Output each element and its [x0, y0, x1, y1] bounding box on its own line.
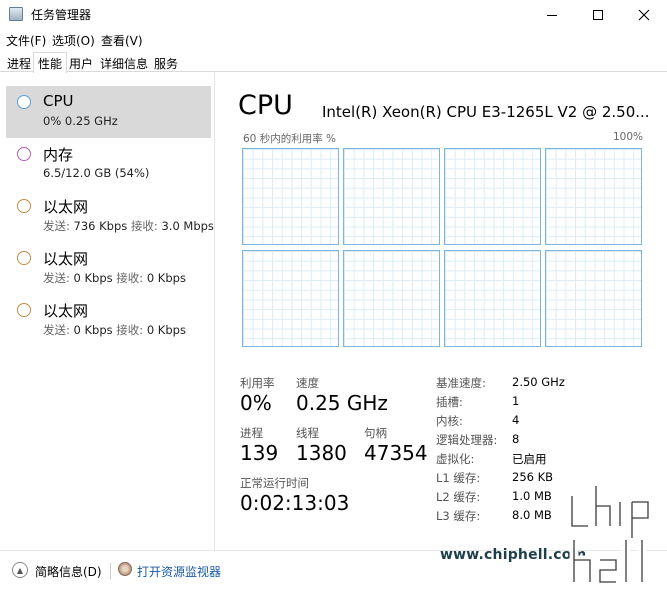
core-graphs — [242, 148, 642, 347]
maximize-icon — [593, 10, 603, 20]
close-icon — [638, 9, 650, 21]
graph-max-label: 100% — [613, 131, 644, 143]
core-graph — [444, 148, 541, 245]
page-title: CPU — [238, 90, 293, 121]
spec-key: 虚拟化: — [436, 452, 475, 466]
core-graph — [545, 250, 642, 347]
core-graph — [545, 148, 642, 245]
spec-key: L1 缓存: — [436, 471, 481, 485]
sidebar-item-value: 0% 0.25 GHz — [43, 114, 118, 128]
sidebar-item-label: 以太网 — [43, 250, 89, 268]
cpu-model: Intel(R) Xeon(R) CPU E3-1265L V2 @ 2.50.… — [322, 103, 650, 121]
uptime-value: 0:02:13:03 — [240, 491, 350, 515]
menu-file[interactable]: 文件(F) — [6, 32, 46, 49]
spec-key: 内核: — [436, 414, 463, 428]
chiphell-logo — [567, 481, 653, 587]
sidebar-item-ethernet-1[interactable]: 以太网 发送: 736 Kbps 接收: 3.0 Mbps — [6, 190, 214, 242]
sidebar-item-label: CPU — [43, 92, 74, 110]
spec-key: L2 缓存: — [436, 490, 481, 504]
fewer-details-button[interactable]: 简略信息(D) — [35, 563, 102, 580]
spec-value: 1 — [512, 394, 520, 408]
sidebar-item-value: 6.5/12.0 GB (54%) — [43, 166, 150, 180]
sidebar-item-label: 内存 — [43, 146, 74, 164]
sidebar-item-memory[interactable]: 内存 6.5/12.0 GB (54%) — [6, 138, 211, 190]
tab-performance[interactable]: 性能 — [33, 52, 68, 73]
graph-label: 60 秒内的利用率 % — [243, 133, 337, 145]
core-graph — [242, 250, 339, 347]
footer-divider — [110, 563, 111, 579]
core-graph — [343, 250, 440, 347]
title-bar: 任务管理器 — [0, 0, 667, 30]
threads-label: 线程 — [296, 426, 319, 440]
tab-details[interactable]: 详细信息 — [95, 52, 153, 72]
spec-key: 逻辑处理器: — [436, 433, 498, 447]
tab-processes[interactable]: 进程 — [2, 52, 36, 72]
processes-label: 进程 — [240, 426, 263, 440]
sidebar-item-label: 以太网 — [43, 198, 89, 216]
sidebar-item-value: 发送: 736 Kbps 接收: 3.0 Mbps — [43, 219, 214, 233]
menu-options[interactable]: 选项(O) — [52, 32, 95, 49]
menu-bar: 文件(F) 选项(O) 查看(V) — [0, 30, 667, 50]
spec-value: 256 KB — [512, 470, 554, 484]
sidebar-item-ethernet-3[interactable]: 以太网 发送: 0 Kbps 接收: 0 Kbps — [6, 294, 211, 346]
memory-ring-icon — [17, 147, 31, 161]
sidebar-item-value: 发送: 0 Kbps 接收: 0 Kbps — [43, 271, 186, 285]
sidebar-item-ethernet-2[interactable]: 以太网 发送: 0 Kbps 接收: 0 Kbps — [6, 242, 211, 294]
close-button[interactable] — [621, 0, 667, 30]
tab-users[interactable]: 用户 — [64, 52, 98, 72]
watermark-url: www.chiphell.com — [440, 547, 587, 563]
cpu-ring-icon — [17, 95, 31, 109]
ethernet-ring-icon — [17, 251, 31, 265]
threads-value: 1380 — [296, 441, 347, 465]
task-manager-icon — [9, 7, 23, 21]
resource-monitor-icon[interactable] — [118, 562, 132, 576]
sidebar-item-label: 以太网 — [43, 302, 89, 320]
spec-value: 已启用 — [512, 452, 547, 466]
minimize-icon — [547, 14, 557, 16]
speed-value: 0.25 GHz — [296, 391, 388, 415]
spec-value: 8 — [512, 432, 520, 446]
tab-bar: 进程 性能 用户 详细信息 服务 — [0, 51, 667, 73]
ethernet-ring-icon — [17, 199, 31, 213]
spec-key: L3 缓存: — [436, 509, 481, 523]
spec-value: 1.0 MB — [512, 489, 552, 503]
spec-value: 8.0 MB — [512, 508, 552, 522]
maximize-button[interactable] — [575, 0, 621, 30]
tab-services[interactable]: 服务 — [149, 52, 183, 72]
chevron-up-icon[interactable]: ▲ — [12, 562, 28, 578]
core-graph — [242, 148, 339, 245]
speed-label: 速度 — [296, 376, 319, 390]
core-graph — [444, 250, 541, 347]
spec-key: 插槽: — [436, 395, 463, 409]
spec-value: 2.50 GHz — [512, 375, 565, 389]
minimize-button[interactable] — [529, 0, 575, 30]
utilization-label: 利用率 — [240, 376, 275, 390]
window-title: 任务管理器 — [31, 8, 92, 22]
spec-value: 4 — [512, 413, 520, 427]
utilization-value: 0% — [240, 391, 272, 415]
ethernet-ring-icon — [17, 303, 31, 317]
core-graph — [343, 148, 440, 245]
processes-value: 139 — [240, 441, 279, 465]
uptime-label: 正常运行时间 — [240, 476, 309, 490]
handles-label: 句柄 — [364, 426, 387, 440]
open-resource-monitor-link[interactable]: 打开资源监视器 — [137, 563, 221, 580]
sidebar-item-value: 发送: 0 Kbps 接收: 0 Kbps — [43, 323, 186, 337]
menu-view[interactable]: 查看(V) — [101, 32, 143, 49]
handles-value: 47354 — [364, 441, 428, 465]
sidebar-item-cpu[interactable]: CPU 0% 0.25 GHz — [6, 86, 211, 138]
spec-key: 基准速度: — [436, 376, 486, 390]
resource-sidebar: CPU 0% 0.25 GHz 内存 6.5/12.0 GB (54%) 以太网… — [0, 72, 215, 550]
